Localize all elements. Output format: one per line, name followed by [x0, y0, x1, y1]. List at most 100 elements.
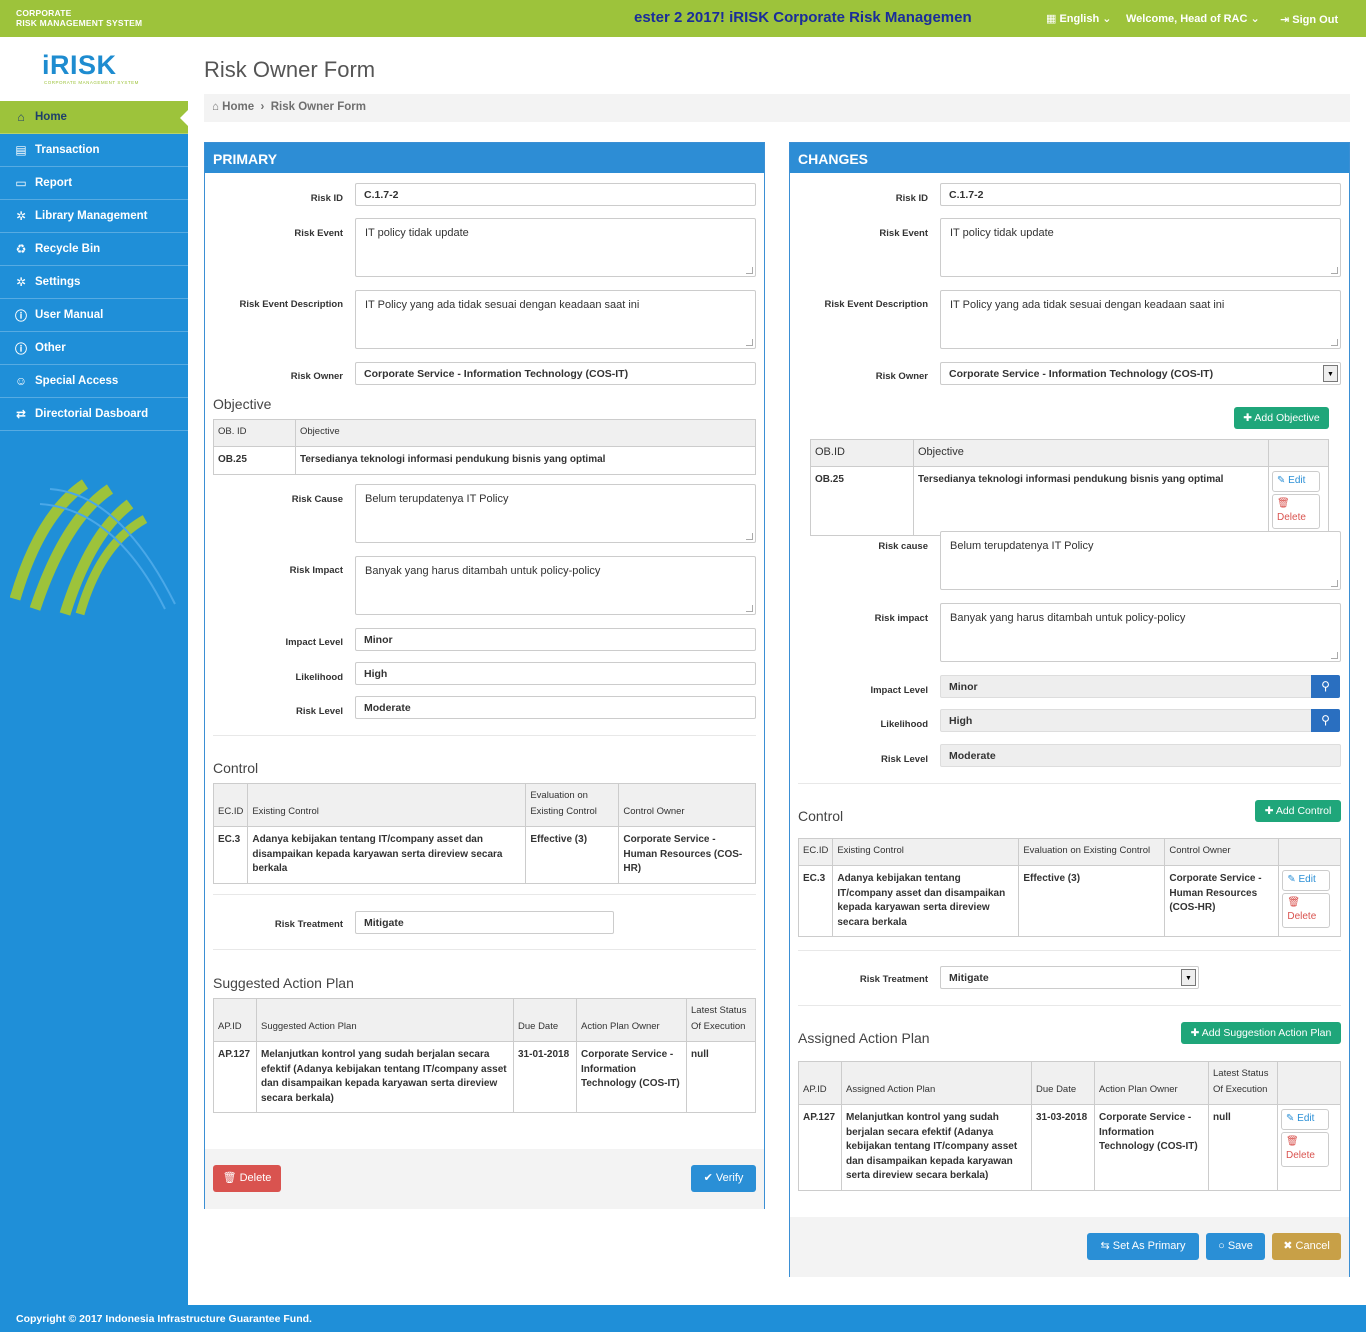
table-cell: ✎ Edit 🗑 Delete [1277, 1104, 1341, 1191]
sidebar-item-recycle-bin[interactable]: ♻ Recycle Bin [0, 233, 188, 266]
announcement-marquee: ester 2 2017! iRISK Corporate Risk Manag… [634, 9, 972, 26]
column-header: OB.ID [810, 439, 914, 467]
home-icon: ⌂ [17, 110, 25, 124]
table-cell: Adanya kebijakan tentang IT/company asse… [832, 865, 1020, 937]
chevron-down-icon: ⌄ [1250, 13, 1260, 25]
risk-treatment-select[interactable]: Mitigate ▼ [940, 966, 1199, 989]
delete-button[interactable]: 🗑 Delete [1282, 892, 1331, 928]
sidebar-item-home[interactable]: ⌂ Home [0, 101, 188, 134]
assigned-action-plan-title: Assigned Action Plan [798, 1030, 930, 1046]
column-header: Evaluation on Existing Control [525, 783, 620, 827]
column-header: Latest Status Of Execution [1208, 1061, 1278, 1105]
column-header: Suggested Action Plan [256, 998, 514, 1042]
column-header [1277, 1061, 1341, 1105]
add-objective-button[interactable]: ✚ Add Objective [1234, 407, 1329, 429]
breadcrumb-current: Risk Owner Form [270, 101, 366, 113]
risk-impact-input[interactable]: Banyak yang harus ditambah untuk policy-… [940, 603, 1341, 662]
divider [798, 1005, 1341, 1006]
column-header: Assigned Action Plan [841, 1061, 1032, 1105]
sidebar-item-special-access[interactable]: ☺ Special Access [0, 365, 188, 398]
edit-button[interactable]: ✎ Edit [1282, 870, 1331, 891]
changes-panel-header: CHANGES [790, 143, 1349, 173]
risk-level-field: Moderate [355, 696, 756, 719]
column-header: Evaluation on Existing Control [1018, 838, 1166, 866]
breadcrumb-home[interactable]: Home [222, 101, 254, 113]
risk-treatment-field: Mitigate [355, 911, 614, 934]
table-cell: EC.3 [797, 865, 834, 937]
brand: CORPORATE RISK MANAGEMENT SYSTEM [16, 8, 142, 28]
sidebar-item-settings[interactable]: ✲ Settings [0, 266, 188, 299]
table-cell: Corporate Service - Information Technolo… [576, 1041, 687, 1113]
cancel-button[interactable]: ✖ Cancel [1272, 1233, 1341, 1260]
delete-button[interactable]: 🗑 Delete [1272, 493, 1320, 529]
risk-event-input[interactable]: IT policy tidak update [940, 218, 1341, 277]
sidebar-item-directorial-dashboard[interactable]: ⇄ Directorial Dasboard [0, 398, 188, 431]
sign-out-icon: ⇥ [1280, 14, 1290, 26]
table-cell: ✎ Edit 🗑 Delete [1278, 865, 1341, 937]
sidebar-item-label: Settings [35, 276, 81, 288]
plus-icon: ✚ [1264, 805, 1274, 817]
sign-out-link[interactable]: ⇥ Sign Out [1280, 13, 1338, 26]
edit-button[interactable]: ✎ Edit [1281, 1109, 1329, 1130]
edit-button[interactable]: ✎ Edit [1272, 471, 1320, 492]
risk-owner-select[interactable]: Corporate Service - Information Technolo… [940, 362, 1341, 385]
sidebar-item-user-manual[interactable]: ⓘ User Manual [0, 299, 188, 332]
risk-treatment-label: Risk Treatment [274, 919, 343, 930]
sidebar-item-library-management[interactable]: ✲ Library Management [0, 200, 188, 233]
delete-label: Delete [1286, 1150, 1315, 1161]
impact-level-search-button[interactable]: ⚲ [1311, 675, 1340, 698]
delete-button[interactable]: 🗑 Delete [213, 1165, 281, 1192]
column-header [1278, 838, 1341, 866]
control-table: EC.ID Existing Control Evaluation on Exi… [797, 838, 1341, 937]
delete-button[interactable]: 🗑 Delete [1281, 1131, 1329, 1167]
check-circle-icon: ✔ [703, 1172, 713, 1184]
trash-icon: 🗑 [222, 1172, 237, 1184]
add-control-label: Add Control [1275, 805, 1332, 817]
suggested-action-plan-table: AP.ID Suggested Action Plan Due Date Act… [213, 998, 756, 1113]
divider [213, 949, 756, 950]
user-menu[interactable]: Welcome, Head of RAC ⌄ [1126, 12, 1260, 25]
sidebar-item-label: Special Access [35, 375, 119, 387]
set-as-primary-label: Set As Primary [1112, 1240, 1186, 1252]
recycle-icon: ♻ [15, 242, 27, 256]
info-icon: ⓘ [14, 341, 27, 356]
save-button[interactable]: ○ Save [1206, 1233, 1265, 1260]
likelihood-search-button[interactable]: ⚲ [1311, 709, 1340, 732]
risk-id-input[interactable]: C.1.7-2 [940, 183, 1341, 206]
add-suggestion-action-plan-button[interactable]: ✚ Add Suggestion Action Plan [1181, 1022, 1341, 1044]
breadcrumb-separator: › [257, 101, 268, 113]
close-icon: ✖ [1283, 1240, 1293, 1252]
welcome-text: Welcome, Head of RAC [1126, 13, 1248, 25]
divider [798, 783, 1341, 784]
table-cell: EC.3 [212, 826, 249, 884]
table-cell: Corporate Service - Human Resources (COS… [618, 826, 756, 884]
delete-label: Delete [1277, 512, 1306, 523]
sidebar-item-other[interactable]: ⓘ Other [0, 332, 188, 365]
column-header: Existing Control [247, 783, 527, 827]
likelihood-label: Likelihood [880, 719, 929, 730]
language-dropdown[interactable]: ▦ English ⌄ [1046, 12, 1111, 25]
column-header: AP.ID [213, 998, 257, 1042]
table-cell: null [686, 1041, 756, 1113]
sidebar-item-label: Other [35, 342, 66, 354]
column-header: Objective [295, 419, 756, 447]
gear-icon: ✲ [15, 275, 27, 289]
risk-id-field: C.1.7-2 [355, 183, 756, 206]
changes-panel: CHANGES Risk ID C.1.7-2 Risk Event IT po… [789, 142, 1350, 1277]
risk-cause-input[interactable]: Belum terupdatenya IT Policy [940, 531, 1341, 590]
column-header [1268, 439, 1329, 467]
likelihood-label: Likelihood [295, 672, 344, 683]
set-as-primary-button[interactable]: ⇆ Set As Primary [1087, 1233, 1199, 1260]
sidebar-item-transaction[interactable]: ▤ Transaction [0, 134, 188, 167]
control-table: EC.ID Existing Control Evaluation on Exi… [212, 783, 756, 884]
objective-table: OB.ID Objective OB.25 Tersedianya teknol… [810, 439, 1329, 536]
table-cell: Corporate Service - Human Resources (COS… [1164, 865, 1280, 937]
verify-button[interactable]: ✔ Verify [691, 1165, 756, 1192]
table-cell: AP.127 [798, 1104, 842, 1191]
gear-icon: ✲ [15, 209, 27, 223]
language-label: English [1059, 13, 1100, 25]
risk-event-desc-input[interactable]: IT Policy yang ada tidak sesuai dengan k… [940, 290, 1341, 349]
table-cell: Effective (3) [1018, 865, 1166, 937]
add-control-button[interactable]: ✚ Add Control [1255, 800, 1341, 822]
sidebar-item-report[interactable]: ▭ Report [0, 167, 188, 200]
